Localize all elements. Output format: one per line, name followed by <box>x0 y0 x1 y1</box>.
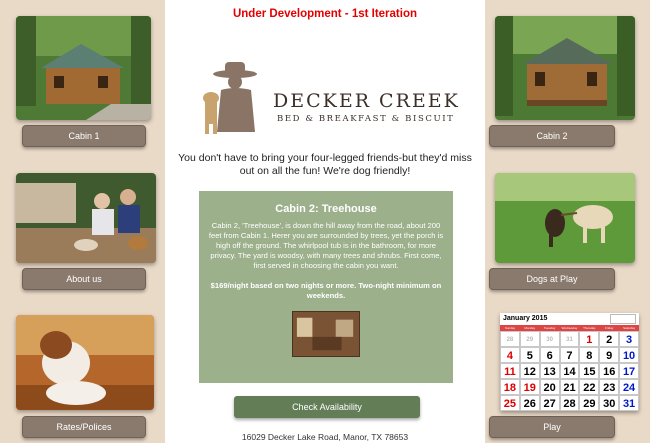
calendar-day: 30 <box>599 395 620 411</box>
calendar-day: 21 <box>559 379 580 395</box>
calendar-day: 29 <box>579 395 600 411</box>
dog-friendly-tagline: You don't have to bring your four-legged… <box>178 152 472 177</box>
calendar-day: 3 <box>619 331 639 347</box>
calendar-day: 16 <box>599 363 620 379</box>
calendar-day: 20 <box>539 379 560 395</box>
address: 16029 Decker Lake Road, Manor, TX 78653 <box>241 432 409 442</box>
nav-cabin-1-button[interactable]: Cabin 1 <box>22 125 146 147</box>
cabin-interior-photo[interactable] <box>292 311 360 357</box>
calendar-day: 2 <box>599 331 620 347</box>
calendar-header: January 2015 <box>500 313 639 325</box>
calendar-widget[interactable]: January 2015 Sunday Monday Tuesday Wedne… <box>500 313 639 411</box>
calendar-day: 15 <box>579 363 600 379</box>
calendar-day: 17 <box>619 363 639 379</box>
mini-calendar-icon <box>610 314 636 324</box>
calendar-day: 23 <box>599 379 620 395</box>
logo-title: DECKER CREEK <box>273 90 460 112</box>
calendar-day: 31 <box>619 395 639 411</box>
main-content: Under Development - 1st Iteration DECKER… <box>165 0 485 443</box>
calendar-day: 12 <box>519 363 540 379</box>
calendar-day: 28 <box>559 395 580 411</box>
calendar-day: 24 <box>619 379 639 395</box>
calendar-day: 26 <box>519 395 540 411</box>
check-availability-button[interactable]: Check Availability <box>234 396 420 418</box>
calendar-day: 25 <box>500 395 520 411</box>
nav-play-button[interactable]: Play <box>489 416 615 438</box>
panel-description: Cabin 2, 'Treehouse', is down the hill a… <box>208 221 444 270</box>
nav-dogs-at-play-button[interactable]: Dogs at Play <box>489 268 615 290</box>
calendar-day: 30 <box>539 331 560 347</box>
calendar-month: January 2015 <box>503 315 548 322</box>
development-banner: Under Development - 1st Iteration <box>232 8 418 20</box>
calendar-day: 14 <box>559 363 580 379</box>
calendar-day: 28 <box>500 331 520 347</box>
calendar-day: 1 <box>579 331 600 347</box>
calendar-day: 11 <box>500 363 520 379</box>
calendar-day: 13 <box>539 363 560 379</box>
cabin-1-photo[interactable] <box>16 16 151 120</box>
left-sidebar: Cabin 1 About us Rates/Polices <box>0 0 165 443</box>
calendar-day: 5 <box>519 347 540 363</box>
nav-about-us-button[interactable]: About us <box>22 268 146 290</box>
calendar-day: 6 <box>539 347 560 363</box>
rates-photo[interactable] <box>16 315 154 410</box>
calendar-day: 27 <box>539 395 560 411</box>
calendar-day: 4 <box>500 347 520 363</box>
calendar-day: 19 <box>519 379 540 395</box>
dogs-at-play-photo[interactable] <box>495 173 635 263</box>
calendar-grid: 28 29 30 31 1 2 3 4 5 6 7 8 9 10 11 12 1… <box>500 331 639 411</box>
calendar-day: 22 <box>579 379 600 395</box>
panel-title: Cabin 2: Treehouse <box>275 203 377 215</box>
nav-rates-button[interactable]: Rates/Polices <box>22 416 146 438</box>
calendar-day: 9 <box>599 347 620 363</box>
calendar-day: 8 <box>579 347 600 363</box>
cabin-2-photo[interactable] <box>495 16 635 120</box>
cabin-info-panel: Cabin 2: Treehouse Cabin 2, 'Treehouse',… <box>199 191 453 383</box>
panel-price: $169/night based on two nights or more. … <box>210 281 442 300</box>
calendar-day: 29 <box>519 331 540 347</box>
cowboy-dog-logo-icon <box>203 62 257 134</box>
logo: DECKER CREEK BED & BREAKFAST & BISCUIT <box>195 60 458 140</box>
logo-subtitle: BED & BREAKFAST & BISCUIT <box>277 114 455 124</box>
about-us-photo[interactable] <box>16 173 156 263</box>
calendar-day: 31 <box>559 331 580 347</box>
calendar-day: 10 <box>619 347 639 363</box>
calendar-day: 18 <box>500 379 520 395</box>
nav-cabin-2-button[interactable]: Cabin 2 <box>489 125 615 147</box>
calendar-day: 7 <box>559 347 580 363</box>
